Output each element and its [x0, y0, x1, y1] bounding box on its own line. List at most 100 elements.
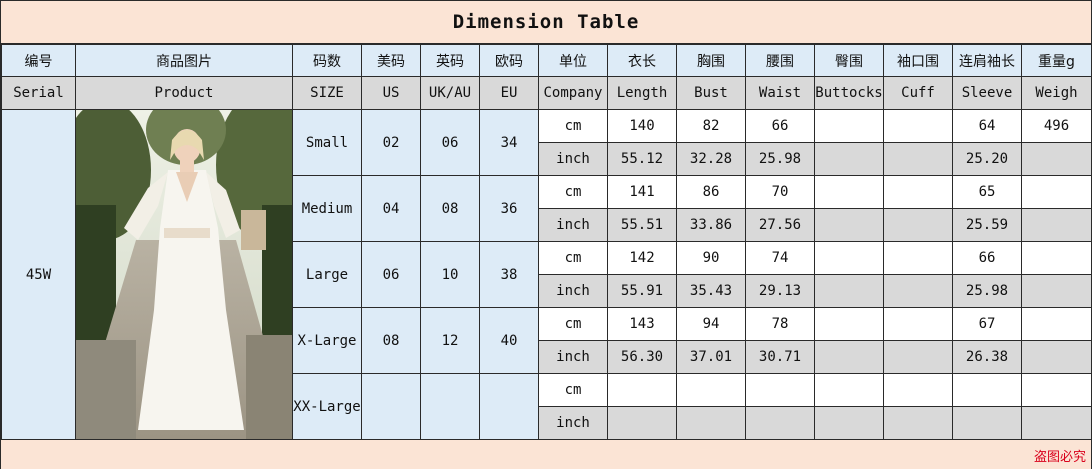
measure-sleeve-cell: 65 — [952, 175, 1022, 209]
measure-sleeve-cell: 26.38 — [952, 340, 1022, 374]
measure-unit-cell: cm — [538, 109, 608, 143]
measure-sleeve-cell — [952, 406, 1022, 440]
header-en-cell: Company — [538, 76, 608, 110]
header-cn-cell: 袖口围 — [883, 44, 953, 77]
header-cn-cell: 重量g — [1021, 44, 1092, 77]
measure-weight-cell — [1021, 142, 1092, 176]
measure-bust-cell — [676, 373, 746, 407]
measure-buttocks-cell — [814, 241, 884, 275]
measure-unit-cell: cm — [538, 175, 608, 209]
us-size-cell: 06 — [361, 241, 421, 308]
measure-length-cell: 55.91 — [607, 274, 677, 308]
measure-weight-cell — [1021, 373, 1092, 407]
measure-cuff-cell — [883, 208, 953, 242]
measure-length-cell: 55.12 — [607, 142, 677, 176]
us-size-cell: 02 — [361, 109, 421, 176]
header-en-cell: Length — [607, 76, 677, 110]
measure-length-cell — [607, 406, 677, 440]
measure-weight-cell — [1021, 340, 1092, 374]
measure-waist-cell: 29.13 — [745, 274, 815, 308]
uk-size-cell — [420, 373, 480, 440]
measure-weight-cell — [1021, 274, 1092, 308]
measure-waist-cell: 70 — [745, 175, 815, 209]
header-row-english: Serial Product SIZE US UK/AU EU Company Length B… — [1, 76, 1092, 110]
header-cn-cell: 英码 — [420, 44, 480, 77]
measure-bust-cell: 32.28 — [676, 142, 746, 176]
measure-length-cell: 142 — [607, 241, 677, 275]
measure-bust-cell: 37.01 — [676, 340, 746, 374]
uk-size-cell: 06 — [420, 109, 480, 176]
measure-bust-cell: 86 — [676, 175, 746, 209]
header-cn-cell: 连肩袖长 — [952, 44, 1022, 77]
serial-cell: 45W — [1, 109, 76, 440]
measure-buttocks-cell — [814, 307, 884, 341]
measure-waist-cell: 78 — [745, 307, 815, 341]
header-en-cell: Product — [75, 76, 293, 110]
measure-bust-cell: 33.86 — [676, 208, 746, 242]
us-size-cell — [361, 373, 421, 440]
product-photo — [76, 110, 292, 439]
measure-cuff-cell — [883, 109, 953, 143]
measure-length-cell: 143 — [607, 307, 677, 341]
eu-size-cell: 36 — [479, 175, 539, 242]
measure-unit-cell: inch — [538, 406, 608, 440]
header-cn-cell: 衣长 — [607, 44, 677, 77]
measure-cuff-cell — [883, 307, 953, 341]
measure-cuff-cell — [883, 142, 953, 176]
header-cn-cell: 胸围 — [676, 44, 746, 77]
measure-waist-cell: 27.56 — [745, 208, 815, 242]
size-name-cell: Medium — [292, 175, 362, 242]
measure-unit-cell: cm — [538, 373, 608, 407]
copyright-note: 盗图必究 — [1033, 450, 1086, 465]
measure-unit-cell: inch — [538, 340, 608, 374]
measure-bust-cell: 90 — [676, 241, 746, 275]
measure-sleeve-cell: 25.98 — [952, 274, 1022, 308]
header-cn-cell: 单位 — [538, 44, 608, 77]
size-name-cell: Large — [292, 241, 362, 308]
measure-buttocks-cell — [814, 175, 884, 209]
header-cn-cell: 编号 — [1, 44, 76, 77]
measure-cuff-cell — [883, 241, 953, 275]
measure-cuff-cell — [883, 373, 953, 407]
measure-cuff-cell — [883, 274, 953, 308]
header-en-cell: EU — [479, 76, 539, 110]
measure-waist-cell — [745, 406, 815, 440]
eu-size-cell: 38 — [479, 241, 539, 308]
measure-waist-cell: 25.98 — [745, 142, 815, 176]
measure-buttocks-cell — [814, 274, 884, 308]
table-title: Dimension Table — [1, 1, 1091, 44]
measure-bust-cell — [676, 406, 746, 440]
measure-length-cell: 56.30 — [607, 340, 677, 374]
measure-bust-cell: 35.43 — [676, 274, 746, 308]
measure-weight-cell — [1021, 406, 1092, 440]
size-name-cell: XX-Large — [292, 373, 362, 440]
header-cn-cell: 腰围 — [745, 44, 815, 77]
size-name-cell: X-Large — [292, 307, 362, 374]
header-en-cell: Cuff — [883, 76, 953, 110]
header-row-chinese: 编号 商品图片 码数 美码 英码 欧码 单位 衣长 胸围 腰围 臀围 袖口围 连肩袖长 重量g — [1, 44, 1092, 77]
size-name-cell: Small — [292, 109, 362, 176]
measure-length-cell: 140 — [607, 109, 677, 143]
measure-unit-cell: inch — [538, 142, 608, 176]
dress-model-image — [76, 110, 292, 439]
us-size-cell: 04 — [361, 175, 421, 242]
header-en-cell: Weigh — [1021, 76, 1092, 110]
header-cn-cell: 商品图片 — [75, 44, 293, 77]
measure-waist-cell: 66 — [745, 109, 815, 143]
measure-length-cell: 141 — [607, 175, 677, 209]
measure-buttocks-cell — [814, 406, 884, 440]
eu-size-cell: 34 — [479, 109, 539, 176]
header-en-cell: Serial — [1, 76, 76, 110]
uk-size-cell: 10 — [420, 241, 480, 308]
eu-size-cell: 40 — [479, 307, 539, 374]
footer-bar: 盗图必究 — [1, 439, 1091, 469]
header-en-cell: Bust — [676, 76, 746, 110]
uk-size-cell: 12 — [420, 307, 480, 374]
measure-buttocks-cell — [814, 208, 884, 242]
header-en-cell: US — [361, 76, 421, 110]
measure-weight-cell — [1021, 208, 1092, 242]
measure-buttocks-cell — [814, 109, 884, 143]
eu-size-cell — [479, 373, 539, 440]
table-row: 45W Small 02 06 34 cm 140 82 66 64 496 — [1, 109, 1092, 440]
header-en-cell: Waist — [745, 76, 815, 110]
